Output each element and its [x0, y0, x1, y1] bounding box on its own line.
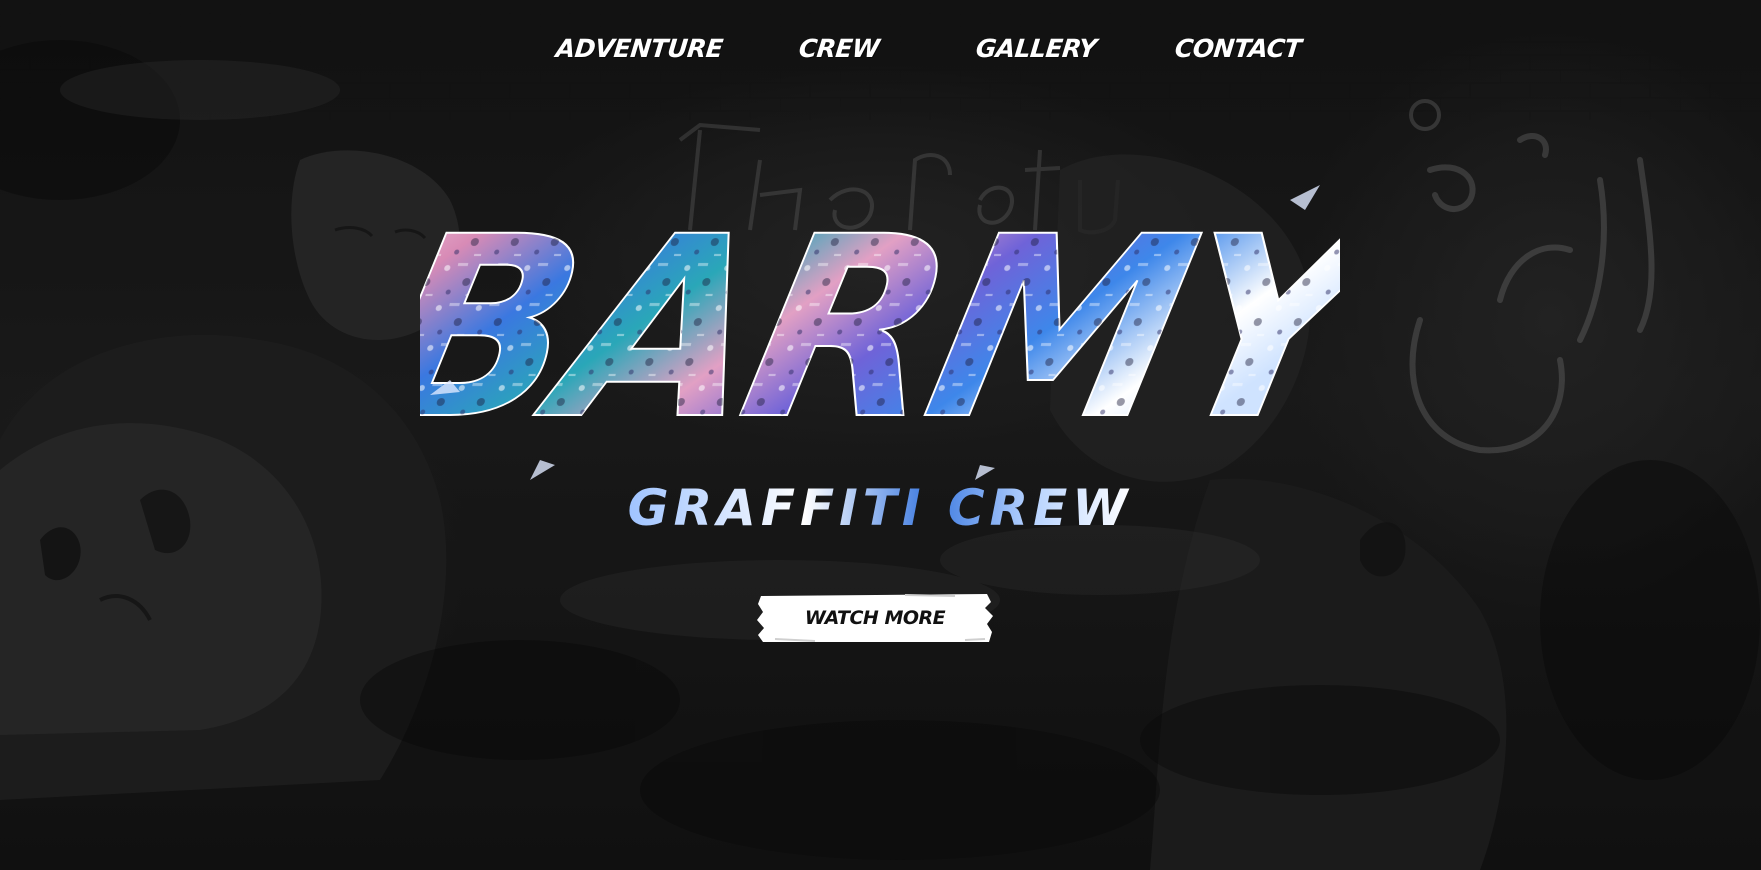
- nav-link-crew[interactable]: CREW: [797, 34, 880, 63]
- nav-link-contact[interactable]: CONTACT: [1173, 34, 1302, 63]
- nav-link-adventure[interactable]: ADVENTURE: [554, 34, 724, 63]
- nav-link-gallery[interactable]: GALLERY: [974, 34, 1097, 63]
- logo-texture-overlay: BARMY: [420, 183, 1340, 475]
- tagline-text: GRAFFITI CREW: [628, 479, 1133, 537]
- tagline: GRAFFITI CREW: [628, 479, 1133, 537]
- brand-logo: BARMY BARMY: [420, 182, 1340, 480]
- watch-more-label: WATCH MORE: [804, 607, 946, 629]
- landing-page: ADVENTURE CREW GALLERY CONTACT BARMY BAR…: [0, 0, 1761, 870]
- main-nav: ADVENTURE CREW GALLERY CONTACT: [0, 34, 1761, 74]
- watch-more-button[interactable]: WATCH MORE: [755, 592, 995, 644]
